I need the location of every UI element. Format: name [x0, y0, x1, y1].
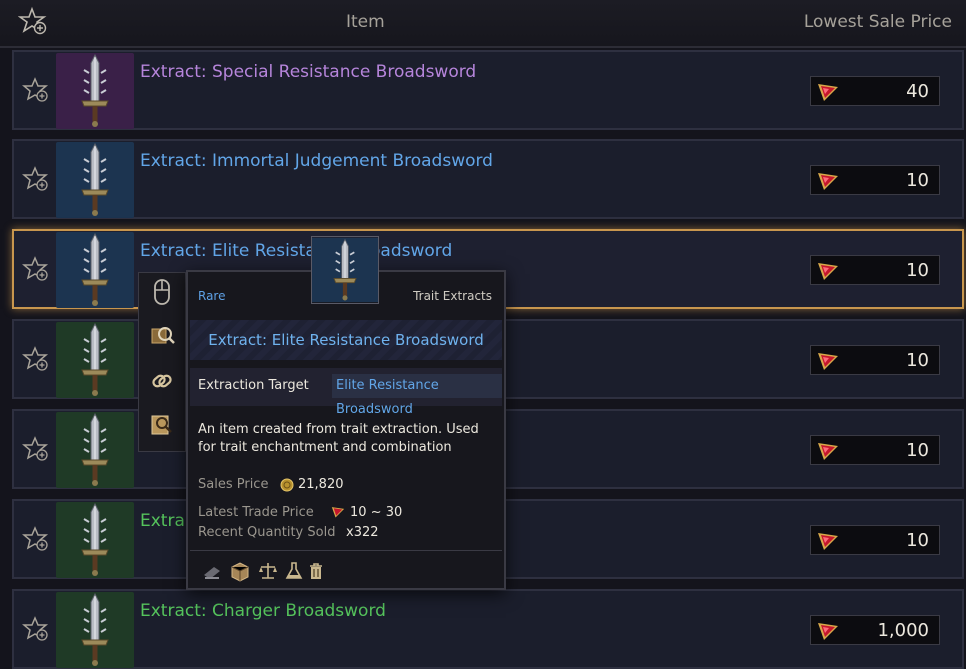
mouse-icon[interactable] [147, 277, 177, 309]
broadsword-icon [56, 412, 134, 488]
red-gem-icon [818, 173, 838, 190]
price-value: 10 [906, 350, 929, 371]
item-name[interactable]: Extract: Charger Broadsword [140, 601, 386, 621]
favorite-add-icon[interactable] [22, 76, 50, 104]
category-label: Trait Extracts [413, 289, 492, 303]
trash-icon [310, 563, 322, 579]
lowest-price: 10 [810, 345, 940, 375]
item-name[interactable]: Extract: Immortal Judgement Broadsword [140, 151, 493, 171]
red-gem-icon [818, 623, 838, 640]
broadsword-item-icon[interactable] [56, 502, 134, 578]
item-tooltip: Rare Trait Extracts Extract: Elite Resis… [186, 270, 506, 590]
context-menu [138, 272, 186, 452]
item-description: An item created from trait extraction. U… [198, 422, 479, 455]
tooltip-item-thumbnail [311, 236, 379, 304]
broadsword-icon [56, 53, 134, 129]
broadsword-item-icon[interactable] [56, 142, 134, 218]
extraction-target-value: Elite Resistance Broadsword [332, 374, 502, 417]
favorite-add-icon[interactable] [18, 6, 48, 36]
rarity-label: Rare [198, 289, 226, 303]
link-icon[interactable] [147, 365, 177, 397]
lowest-price: 1,000 [810, 615, 940, 645]
extraction-target-label: Extraction Target [198, 378, 309, 393]
broadsword-icon [56, 142, 134, 218]
table-header: Item Lowest Sale Price [0, 0, 966, 48]
storage-box-icon [231, 562, 249, 582]
price-value: 10 [906, 440, 929, 461]
tooltip-title: Extract: Elite Resistance Broadsword [208, 331, 484, 349]
latest-trade-label: Latest Trade Price [198, 505, 314, 520]
red-gem-icon [331, 507, 345, 518]
lowest-price: 10 [810, 435, 940, 465]
price-value: 1,000 [877, 620, 929, 641]
item-name[interactable]: Extract: Elite Resistance Broadsword [140, 241, 452, 261]
favorite-add-icon[interactable] [22, 165, 50, 193]
price-value: 10 [906, 170, 929, 191]
trade-icon [204, 567, 220, 579]
broadsword-item-icon[interactable] [56, 412, 134, 488]
market-row[interactable]: Extract: Immortal Judgement Broadsword 1… [12, 139, 964, 219]
red-gem-icon [818, 353, 838, 370]
red-gem-icon [818, 533, 838, 550]
lowest-price: 10 [810, 165, 940, 195]
favorite-add-icon[interactable] [22, 525, 50, 553]
divider [190, 550, 502, 551]
latest-trade-value: 10 ~ 30 [350, 505, 403, 520]
column-header-item[interactable]: Item [346, 12, 385, 32]
recent-qty-value: x322 [346, 525, 379, 540]
sales-price-value: 21,820 [298, 477, 344, 492]
recent-qty-label: Recent Quantity Sold [198, 525, 336, 540]
favorite-add-icon[interactable] [22, 255, 50, 283]
favorite-add-icon[interactable] [22, 435, 50, 463]
lowest-price: 40 [810, 76, 940, 106]
extraction-target: Extraction Target Elite Resistance Broad… [190, 368, 502, 417]
lowest-price: 10 [810, 255, 940, 285]
price-value: 40 [906, 81, 929, 102]
broadsword-item-icon[interactable] [56, 592, 134, 668]
tooltip-title-band: Extract: Elite Resistance Broadsword [190, 320, 502, 360]
broadsword-icon [56, 322, 134, 398]
price-value: 10 [906, 530, 929, 551]
favorite-add-icon[interactable] [22, 615, 50, 643]
broadsword-icon [56, 502, 134, 578]
red-gem-icon [818, 443, 838, 460]
market-row[interactable]: Extract: Charger Broadsword 1,000 [12, 589, 964, 669]
red-gem-icon [818, 263, 838, 280]
favorite-add-icon[interactable] [22, 345, 50, 373]
broadsword-item-icon[interactable] [56, 232, 134, 308]
column-header-lowest-price[interactable]: Lowest Sale Price [804, 12, 952, 32]
search-items-icon[interactable] [147, 321, 177, 353]
scales-icon [259, 563, 277, 579]
sales-price-label: Sales Price [198, 477, 269, 492]
price-value: 10 [906, 260, 929, 281]
gold-coin-icon [280, 478, 294, 492]
broadsword-icon [312, 237, 378, 303]
market-row[interactable]: Extract: Special Resistance Broadsword 4… [12, 50, 964, 130]
broadsword-item-icon[interactable] [56, 53, 134, 129]
broadsword-item-icon[interactable] [56, 322, 134, 398]
broadsword-icon [56, 592, 134, 668]
flask-icon [285, 562, 303, 579]
item-name[interactable]: Extract: Special Resistance Broadsword [140, 62, 476, 82]
red-gem-icon [818, 84, 838, 101]
broadsword-icon [56, 232, 134, 308]
lowest-price: 10 [810, 525, 940, 555]
item-name[interactable]: Extra [140, 511, 185, 531]
inspect-icon[interactable] [147, 409, 177, 441]
